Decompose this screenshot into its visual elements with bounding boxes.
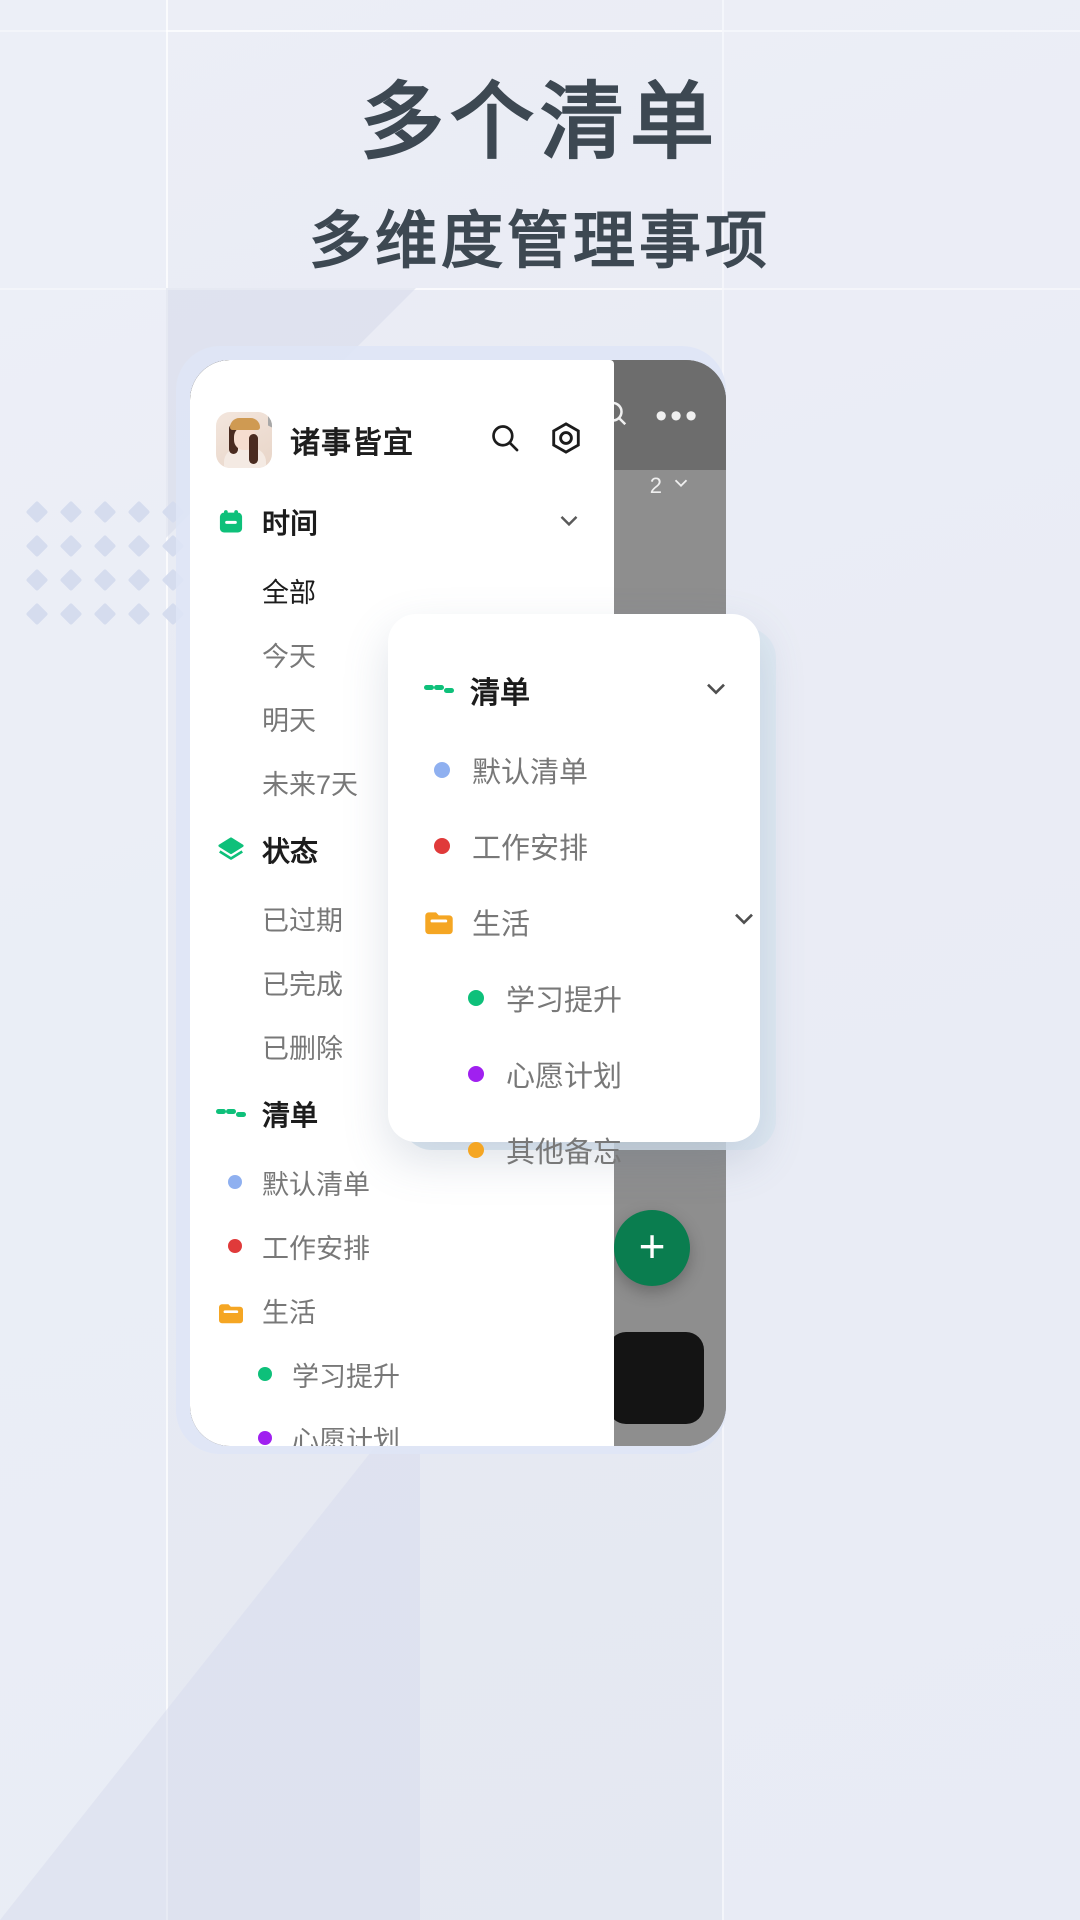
sidebar-item-work[interactable]: 工作安排 [190,1214,614,1278]
sidebar-item-wishes[interactable]: 心愿计划 [190,1406,614,1446]
list-color-dot [228,1239,242,1253]
list-label: 学习提升 [292,1361,400,1392]
popup-item-study[interactable]: 学习提升 [388,960,760,1036]
list-color-dot [434,762,450,778]
add-task-fab[interactable]: + [614,1210,690,1286]
drawer-header-icons [488,420,584,461]
sidebar-section-time[interactable]: 时间 [190,486,614,558]
drawer-header: 诸事皆宜 [190,394,614,486]
user-name: 诸事皆宜 [290,427,414,460]
list-color-dot [468,1142,484,1158]
list-label: 心愿计划 [292,1425,400,1447]
chevron-down-icon[interactable] [700,672,732,709]
task-count-label: 2 [649,473,662,498]
decorative-dot-grid [20,495,190,631]
sidebar-item-study[interactable]: 学习提升 [190,1342,614,1406]
chevron-down-icon [670,472,692,500]
folder-icon [218,1300,244,1323]
layers-icon [216,835,246,865]
lists-popup-card: 清单 默认清单 工作安排 生活 学习提升 心愿计划 其他备忘 [388,614,760,1169]
page-subtitle: 多维度管理事项 [308,207,771,276]
popup-item-other-memo[interactable]: 其他备忘 [388,1112,760,1188]
sidebar-item-all[interactable]: 全部 [190,558,614,622]
calendar-icon [216,507,246,537]
list-label: 其他备忘 [506,1137,623,1169]
list-color-dot [258,1431,272,1445]
chevron-down-icon[interactable] [554,505,584,540]
list-color-dot [258,1367,272,1381]
avatar[interactable] [216,412,272,468]
list-color-dot [468,1066,484,1082]
popup-item-work[interactable]: 工作安排 [388,808,760,884]
bg-left-panel [0,0,166,1920]
settings-icon[interactable] [548,420,584,461]
list-color-dot [468,990,484,1006]
list-label: 默认清单 [472,757,589,789]
folder-icon [424,910,454,935]
popup-section-label: 清单 [470,677,530,710]
search-icon[interactable] [488,421,522,460]
list-label: 生活 [262,1297,316,1328]
sidebar-section-label: 状态 [262,836,319,867]
list-icon [424,675,454,705]
sidebar-item-life-folder[interactable]: 生活 [190,1278,614,1342]
popup-item-wishes[interactable]: 心愿计划 [388,1036,760,1112]
list-label: 工作安排 [472,833,589,865]
list-color-dot [434,838,450,854]
list-color-dot [228,1175,242,1189]
list-label: 默认清单 [262,1169,370,1200]
popup-item-default-list[interactable]: 默认清单 [388,732,760,808]
list-label: 工作安排 [262,1233,370,1264]
app-topbar-icons: ••• [599,398,700,433]
more-icon[interactable]: ••• [655,399,700,433]
task-count[interactable]: 2 [650,472,692,500]
list-label: 生活 [472,909,531,941]
list-icon [216,1099,246,1129]
chevron-down-icon[interactable] [728,902,760,942]
sidebar-section-label: 清单 [262,1100,319,1131]
list-label: 心愿计划 [506,1061,623,1093]
avatar-badge-chevron-down-icon [268,412,272,432]
page-title: 多个清单 [359,75,720,169]
popup-section-lists[interactable]: 清单 [388,648,760,732]
sidebar-section-label: 时间 [262,508,319,539]
popup-item-life-folder[interactable]: 生活 [388,884,760,960]
list-label: 学习提升 [506,985,623,1017]
app-bottom-block [608,1332,704,1424]
